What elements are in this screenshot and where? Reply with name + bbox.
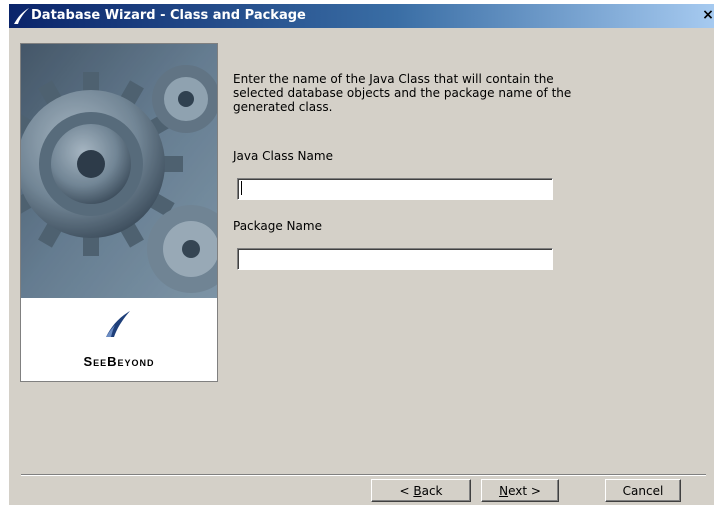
instructions-text: Enter the name of the Java Class that wi…	[233, 72, 572, 114]
java-class-field-wrap	[233, 178, 563, 200]
next-button[interactable]: Next >	[481, 479, 559, 502]
java-class-input[interactable]	[237, 178, 553, 200]
gears-illustration	[21, 44, 217, 298]
seebeyond-logo-icon	[106, 311, 130, 337]
back-rest: ack	[421, 483, 443, 498]
package-input[interactable]	[237, 248, 553, 270]
back-button[interactable]: < Back	[371, 479, 471, 502]
wizard-dialog: Database Wizard - Class and Package × Se…	[9, 4, 714, 505]
java-class-label: Java Class Name	[233, 149, 333, 163]
brand-area: SeeBeyond	[21, 298, 217, 381]
next-mnemonic: N	[499, 483, 509, 498]
content-area: Enter the name of the Java Class that wi…	[233, 4, 714, 505]
brand-name: SeeBeyond	[83, 354, 155, 369]
back-prefix: <	[399, 483, 414, 498]
seebeyond-swoosh-icon	[14, 8, 29, 24]
side-panel: SeeBeyond	[20, 43, 218, 382]
next-rest: ext >	[508, 483, 541, 498]
package-label: Package Name	[233, 219, 322, 233]
button-separator	[21, 474, 706, 476]
back-mnemonic: B	[413, 483, 422, 498]
text-caret	[241, 181, 242, 195]
cancel-button[interactable]: Cancel	[605, 479, 681, 502]
